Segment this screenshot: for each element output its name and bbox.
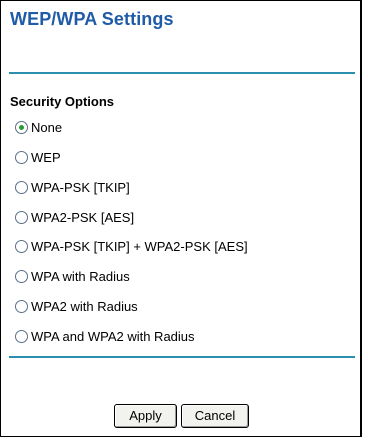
option-wep[interactable]: WEP <box>15 148 61 166</box>
security-options-heading: Security Options <box>10 94 115 109</box>
option-wpa-with-radius[interactable]: WPA with Radius <box>15 267 130 285</box>
option-label: WPA2-PSK [AES] <box>31 209 135 225</box>
radio-unselected-icon[interactable] <box>15 180 28 194</box>
option-label: WPA2 with Radius <box>31 298 138 314</box>
option-label: WPA-PSK [TKIP] <box>31 179 130 195</box>
settings-panel: WEP/WPA Settings Security Options None W… <box>0 0 362 437</box>
option-wpa-psk-tkip[interactable]: WPA-PSK [TKIP] <box>15 178 130 196</box>
option-label: WPA-PSK [TKIP] + WPA2-PSK [AES] <box>31 238 248 254</box>
option-label: WEP <box>31 149 61 165</box>
radio-unselected-icon[interactable] <box>15 239 28 253</box>
page-title: WEP/WPA Settings <box>10 9 174 29</box>
radio-unselected-icon[interactable] <box>15 150 28 164</box>
option-none[interactable]: None <box>15 118 62 136</box>
radio-selected-icon[interactable] <box>15 120 28 134</box>
apply-button[interactable]: Apply <box>114 404 177 428</box>
option-wpa2-with-radius[interactable]: WPA2 with Radius <box>15 297 138 315</box>
cancel-button[interactable]: Cancel <box>181 404 249 428</box>
radio-unselected-icon[interactable] <box>15 329 28 343</box>
option-label: WPA with Radius <box>31 268 130 284</box>
radio-dot <box>19 124 24 130</box>
option-wpa-psk-tkip-wpa2-psk-aes[interactable]: WPA-PSK [TKIP] + WPA2-PSK [AES] <box>15 237 248 255</box>
option-wpa2-psk-aes[interactable]: WPA2-PSK [AES] <box>15 208 134 226</box>
bottom-divider <box>9 356 355 358</box>
radio-unselected-icon[interactable] <box>15 269 28 283</box>
top-divider <box>9 72 355 74</box>
option-wpa-and-wpa2-with-radius[interactable]: WPA and WPA2 with Radius <box>15 327 195 345</box>
radio-unselected-icon[interactable] <box>15 299 28 313</box>
option-label: None <box>31 119 63 135</box>
radio-unselected-icon[interactable] <box>15 210 28 224</box>
option-label: WPA and WPA2 with Radius <box>31 328 195 344</box>
